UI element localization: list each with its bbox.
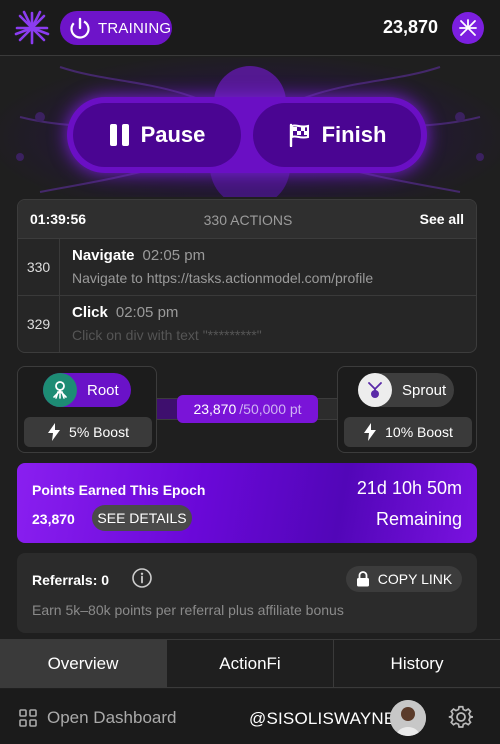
epoch-points-card: Points Earned This Epoch 23,870 SEE DETA… xyxy=(17,463,477,543)
power-icon xyxy=(70,17,90,39)
referrals-card: Referrals: 0 COPY LINK Earn 5k–80k point… xyxy=(17,553,477,633)
action-name: Navigate xyxy=(72,247,135,264)
boost-label: 5% Boost xyxy=(69,424,129,440)
pause-label: Pause xyxy=(140,122,206,147)
open-dashboard-link[interactable]: Open Dashboard xyxy=(19,708,176,728)
action-time: 02:05 pm xyxy=(115,304,179,321)
logo-icon[interactable] xyxy=(14,10,50,46)
epoch-title: Points Earned This Epoch xyxy=(32,482,206,498)
training-toggle[interactable]: TRAINING xyxy=(60,11,172,45)
control-button-group: Pause Finish xyxy=(67,97,427,173)
open-dashboard-label: Open Dashboard xyxy=(47,708,177,727)
pause-button[interactable]: Pause xyxy=(73,103,241,167)
tab-history[interactable]: History xyxy=(334,640,500,687)
copy-link-button[interactable]: COPY LINK xyxy=(346,566,462,592)
boost-label: 10% Boost xyxy=(385,424,453,440)
actions-count: 330 ACTIONS xyxy=(203,212,293,228)
see-all-link[interactable]: See all xyxy=(420,211,464,227)
finish-button[interactable]: Finish xyxy=(253,103,421,167)
avatar[interactable] xyxy=(390,700,426,736)
referrals-description: Earn 5k–80k points per referral plus aff… xyxy=(32,602,344,618)
tier-badge-root[interactable]: Root xyxy=(43,373,131,407)
sprout-tier-icon xyxy=(358,373,392,407)
lightning-icon xyxy=(364,423,377,441)
app-footer: Open Dashboard @SISOLISWAYNE xyxy=(0,689,500,744)
boost-button[interactable]: 10% Boost xyxy=(344,417,472,447)
progress-max: /50,000 pt xyxy=(239,401,302,417)
epoch-remaining-label: Remaining xyxy=(375,509,462,529)
training-controls-panel: Pause Finish xyxy=(0,57,500,197)
action-log-row[interactable]: 329 Click 02:05 pm Click on div with text… xyxy=(18,296,476,352)
action-time: 02:05 pm xyxy=(142,247,206,264)
action-description: Navigate to https://tasks.actionmodel.co… xyxy=(72,270,374,286)
app-header: TRAINING 23,870 xyxy=(0,0,500,56)
points-balance: 23,870 xyxy=(382,17,438,37)
tab-overview[interactable]: Overview xyxy=(0,640,167,687)
tier-progress-label: 23,870 /50,000 pt xyxy=(177,395,318,423)
user-handle: @SISOLISWAYNE xyxy=(249,709,396,728)
action-number: 329 xyxy=(18,296,60,352)
action-number: 330 xyxy=(18,239,60,295)
current-tier-card: Root 5% Boost xyxy=(17,366,157,453)
action-description: Click on div with text "*********" xyxy=(72,327,262,343)
bottom-tabs: Overview ActionFi History xyxy=(0,639,500,688)
copy-link-label: COPY LINK xyxy=(377,571,453,587)
referrals-count: Referrals: 0 xyxy=(32,572,110,588)
finish-label: Finish xyxy=(321,122,387,147)
lightning-icon xyxy=(48,423,61,441)
actions-log-header: 01:39:56 330 ACTIONS See all xyxy=(18,200,476,239)
info-icon[interactable] xyxy=(131,567,153,589)
points-coin-icon xyxy=(452,12,484,44)
boost-button[interactable]: 5% Boost xyxy=(24,417,152,447)
training-status-label: TRAINING xyxy=(98,19,172,37)
tier-name: Sprout xyxy=(402,381,447,399)
actions-log: 01:39:56 330 ACTIONS See all 330 Navigat… xyxy=(17,199,477,353)
tier-badge-sprout[interactable]: Sprout xyxy=(358,373,454,407)
next-tier-card: Sprout 10% Boost xyxy=(337,366,477,453)
epoch-time-left: 21d 10h 50m xyxy=(356,478,462,498)
pause-icon xyxy=(109,124,129,146)
progress-value: 23,870 xyxy=(193,401,237,417)
gear-icon[interactable] xyxy=(448,704,474,730)
grid-icon xyxy=(19,709,37,727)
tier-name: Root xyxy=(87,381,119,399)
epoch-points: 23,870 xyxy=(32,511,75,527)
tab-actionfi[interactable]: ActionFi xyxy=(167,640,334,687)
see-details-button[interactable]: SEE DETAILS xyxy=(92,505,192,531)
action-name: Click xyxy=(72,304,108,321)
lock-icon xyxy=(356,571,369,587)
root-tier-icon xyxy=(43,373,77,407)
action-log-row[interactable]: 330 Navigate 02:05 pm Navigate to https:/… xyxy=(18,239,476,296)
checkered-flag-icon xyxy=(289,123,309,147)
